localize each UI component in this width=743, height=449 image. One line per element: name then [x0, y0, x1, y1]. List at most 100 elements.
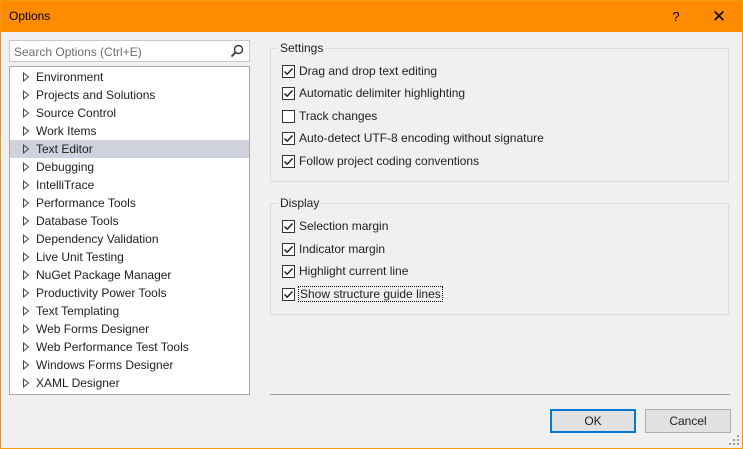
tree-item-work-items[interactable]: Work Items — [10, 122, 249, 140]
checkbox-box[interactable] — [282, 131, 295, 145]
title-bar[interactable]: Options ? ✕ — [1, 1, 742, 32]
tree-item-environment[interactable]: Environment — [10, 68, 249, 86]
tree-item-label: NuGet Package Manager — [36, 268, 172, 282]
options-dialog: Options ? ✕ Search Options (Ctrl+E) Envi… — [0, 0, 743, 449]
tree-item-performance-tools[interactable]: Performance Tools — [10, 194, 249, 212]
tree-item-database-tools[interactable]: Database Tools — [10, 212, 249, 230]
cancel-button[interactable]: Cancel — [645, 409, 731, 433]
checkbox-box[interactable] — [282, 109, 295, 123]
expand-arrow-icon[interactable] — [20, 287, 32, 299]
expand-arrow-icon[interactable] — [20, 359, 32, 371]
tree-item-web-forms-designer[interactable]: Web Forms Designer — [10, 320, 249, 338]
tree-item-xaml-designer[interactable]: XAML Designer — [10, 374, 249, 392]
track-changes-checkbox[interactable]: Track changes — [282, 107, 378, 125]
expand-arrow-icon[interactable] — [20, 323, 32, 335]
expand-arrow-icon[interactable] — [20, 233, 32, 245]
tree-item-source-control[interactable]: Source Control — [10, 104, 249, 122]
checkbox-label: Automatic delimiter highlighting — [299, 86, 466, 100]
tree-item-label: Work Items — [36, 124, 97, 138]
expand-arrow-icon[interactable] — [20, 89, 32, 101]
tree-item-label: Text Editor — [36, 142, 93, 156]
expand-arrow-icon[interactable] — [20, 305, 32, 317]
tree-item-label: XAML Designer — [36, 376, 120, 390]
tree-item-label: Source Control — [36, 106, 117, 120]
follow-coding-conventions-checkbox[interactable]: Follow project coding conventions — [282, 152, 480, 170]
checkbox-label: Auto-detect UTF-8 encoding without signa… — [299, 131, 544, 145]
expand-arrow-icon[interactable] — [20, 197, 32, 209]
checkbox-label: Track changes — [299, 109, 378, 123]
checkbox-label: Selection margin — [299, 219, 389, 233]
checkmark-icon — [283, 89, 294, 97]
checkbox-label: Show structure guide lines — [298, 286, 443, 302]
expand-arrow-icon[interactable] — [20, 215, 32, 227]
expand-arrow-icon[interactable] — [20, 179, 32, 191]
resize-grip-icon[interactable] — [728, 434, 740, 446]
checkbox-label: Drag and drop text editing — [299, 64, 438, 78]
tree-item-dependency-validation[interactable]: Dependency Validation — [10, 230, 249, 248]
tree-item-label: Database Tools — [36, 214, 119, 228]
tree-item-text-editor[interactable]: Text Editor — [10, 140, 249, 158]
tree-item-label: Productivity Power Tools — [36, 286, 167, 300]
close-button[interactable]: ✕ — [699, 1, 739, 32]
checkbox-box[interactable] — [282, 242, 295, 256]
settings-group: Settings Drag and drop text editing Auto… — [270, 41, 729, 182]
checkbox-box[interactable] — [282, 154, 295, 168]
expand-arrow-icon[interactable] — [20, 161, 32, 173]
tree-item-label: Performance Tools — [36, 196, 136, 210]
window-title: Options — [9, 9, 51, 23]
tree-item-label: Projects and Solutions — [36, 88, 156, 102]
auto-detect-utf8-checkbox[interactable]: Auto-detect UTF-8 encoding without signa… — [282, 129, 545, 147]
tree-item-label: Environment — [36, 70, 104, 84]
tree-item-text-templating[interactable]: Text Templating — [10, 302, 249, 320]
expand-arrow-icon[interactable] — [20, 251, 32, 263]
checkbox-box[interactable] — [282, 64, 295, 78]
highlight-current-line-checkbox[interactable]: Highlight current line — [282, 262, 409, 280]
tree-item-debugging[interactable]: Debugging — [10, 158, 249, 176]
expand-arrow-icon[interactable] — [20, 269, 32, 281]
help-button[interactable]: ? — [656, 1, 696, 32]
tree-item-nuget-package-manager[interactable]: NuGet Package Manager — [10, 266, 249, 284]
tree-item-live-unit-testing[interactable]: Live Unit Testing — [10, 248, 249, 266]
checkbox-label: Follow project coding conventions — [299, 154, 480, 168]
tree-item-label: Web Performance Test Tools — [36, 340, 189, 354]
ok-button[interactable]: OK — [550, 409, 636, 433]
checkbox-label: Indicator margin — [299, 242, 386, 256]
tree-item-web-performance-test-tools[interactable]: Web Performance Test Tools — [10, 338, 249, 356]
checkmark-icon — [283, 134, 294, 142]
checkbox-box[interactable] — [282, 287, 295, 301]
checkbox-box[interactable] — [282, 264, 295, 278]
tree-item-label: Web Forms Designer — [36, 322, 150, 336]
tree-item-label: Live Unit Testing — [36, 250, 124, 264]
expand-arrow-icon[interactable] — [20, 125, 32, 137]
checkbox-box[interactable] — [282, 86, 295, 100]
expand-arrow-icon[interactable] — [20, 143, 32, 155]
expand-arrow-icon[interactable] — [20, 377, 32, 389]
tree-item-label: Debugging — [36, 160, 95, 174]
tree-item-label: Dependency Validation — [36, 232, 159, 246]
tree-item-intellitrace[interactable]: IntelliTrace — [10, 176, 249, 194]
delimiter-highlighting-checkbox[interactable]: Automatic delimiter highlighting — [282, 84, 466, 102]
expand-arrow-icon[interactable] — [20, 107, 32, 119]
structure-guide-lines-checkbox[interactable]: Show structure guide lines — [282, 285, 443, 303]
settings-group-title: Settings — [278, 41, 326, 55]
search-input[interactable]: Search Options (Ctrl+E) — [9, 40, 250, 62]
selection-margin-checkbox[interactable]: Selection margin — [282, 217, 389, 235]
search-placeholder: Search Options (Ctrl+E) — [14, 45, 142, 59]
checkmark-icon — [283, 290, 294, 298]
options-tree[interactable]: Environment Projects and Solutions Sourc… — [9, 66, 250, 395]
checkbox-label: Highlight current line — [299, 264, 409, 278]
expand-arrow-icon[interactable] — [20, 71, 32, 83]
display-group: Display Selection margin Indicator margi… — [270, 196, 729, 315]
checkmark-icon — [283, 222, 294, 230]
tree-item-windows-forms-designer[interactable]: Windows Forms Designer — [10, 356, 249, 374]
indicator-margin-checkbox[interactable]: Indicator margin — [282, 240, 386, 258]
tree-item-productivity-power-tools[interactable]: Productivity Power Tools — [10, 284, 249, 302]
tree-item-projects-and-solutions[interactable]: Projects and Solutions — [10, 86, 249, 104]
expand-arrow-icon[interactable] — [20, 341, 32, 353]
checkmark-icon — [283, 157, 294, 165]
checkmark-icon — [283, 245, 294, 253]
drag-and-drop-checkbox[interactable]: Drag and drop text editing — [282, 62, 438, 80]
checkbox-box[interactable] — [282, 219, 295, 233]
search-icon[interactable] — [229, 43, 245, 59]
checkmark-icon — [283, 267, 294, 275]
